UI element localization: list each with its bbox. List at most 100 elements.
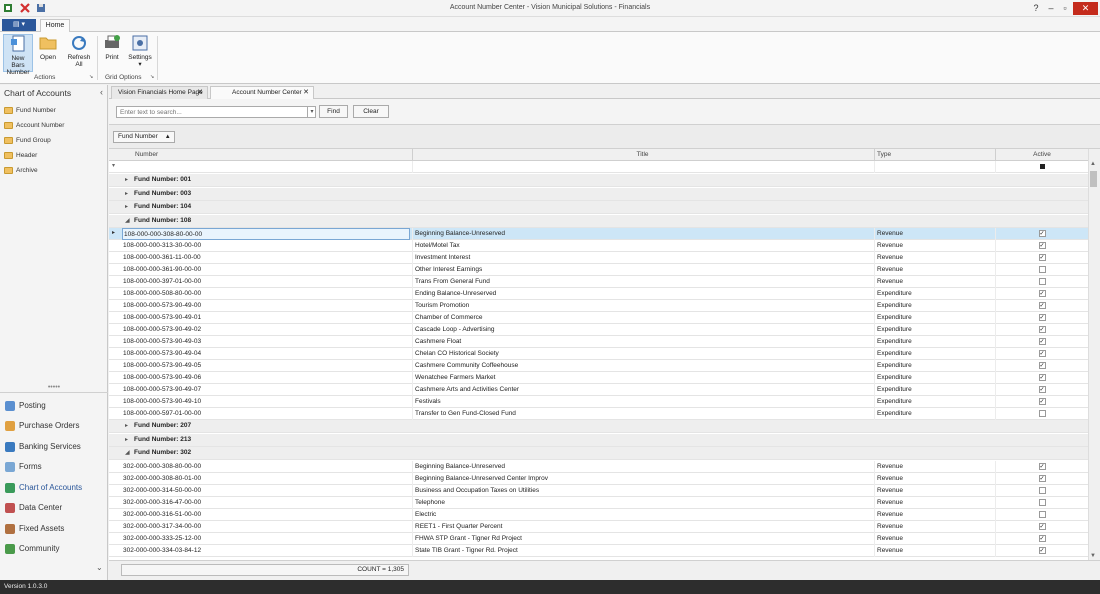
cell-number[interactable]: 108-000-000-573-90-49-02 bbox=[122, 324, 410, 336]
cell-type[interactable]: Expenditure bbox=[874, 324, 994, 336]
cell-title[interactable]: Festivals bbox=[412, 396, 872, 408]
table-row[interactable]: 108-000-000-573-90-49-07 Cashmere Arts an… bbox=[109, 384, 1088, 396]
cell-number[interactable]: 108-000-000-573-90-49-06 bbox=[122, 372, 410, 384]
module-community[interactable]: Community bbox=[0, 539, 108, 559]
active-checkbox-checked[interactable]: ✓ bbox=[1038, 398, 1046, 405]
active-checkbox-unchecked[interactable] bbox=[1038, 266, 1046, 273]
active-checkbox-checked[interactable]: ✓ bbox=[1038, 302, 1046, 309]
expand-group-icon[interactable]: ▸ bbox=[125, 174, 128, 186]
cell-number[interactable]: 108-000-000-573-90-49-07 bbox=[122, 384, 410, 396]
search-input[interactable] bbox=[116, 106, 316, 118]
cell-type[interactable]: Expenditure bbox=[874, 300, 994, 312]
filter-checkbox[interactable] bbox=[1039, 164, 1045, 169]
column-header-type[interactable]: Type bbox=[874, 149, 994, 161]
cell-number[interactable]: 108-000-000-397-01-00-00 bbox=[122, 276, 410, 288]
module-posting[interactable]: Posting bbox=[0, 396, 108, 416]
module-data-center[interactable]: Data Center bbox=[0, 498, 108, 518]
group-row[interactable]: ▸ Fund Number: 001 bbox=[109, 174, 1088, 187]
cell-title[interactable]: Cashmere Community Coffeehouse bbox=[412, 360, 872, 372]
cell-title[interactable]: Wenatchee Farmers Market bbox=[412, 372, 872, 384]
actions-launcher-icon[interactable]: ↘ bbox=[89, 74, 93, 80]
active-checkbox-checked[interactable]: ✓ bbox=[1038, 374, 1046, 381]
table-row[interactable]: 108-000-000-508-80-00-00 Ending Balance-U… bbox=[109, 288, 1088, 300]
cell-number[interactable]: 108-000-000-508-80-00-00 bbox=[122, 288, 410, 300]
cell-number[interactable]: 108-000-000-573-90-49-01 bbox=[122, 312, 410, 324]
table-row[interactable]: ▸ 108-000-000-308-80-00-00 Beginning Balan… bbox=[109, 228, 1088, 240]
cell-title[interactable]: Cascade Loop - Advertising bbox=[412, 324, 872, 336]
tree-item-fund-group[interactable]: Fund Group bbox=[0, 133, 107, 148]
new-bars-number-button[interactable]: New Bars Number bbox=[3, 34, 33, 76]
cell-number[interactable]: 108-000-000-361-11-00-00 bbox=[122, 252, 410, 264]
cell-type[interactable]: Expenditure bbox=[874, 384, 994, 396]
refresh-all-button[interactable]: Refresh All bbox=[64, 34, 94, 72]
group-row[interactable]: ◢ Fund Number: 108 bbox=[109, 214, 1088, 228]
table-row[interactable]: 108-000-000-573-90-49-06 Wenatchee Farmer… bbox=[109, 372, 1088, 384]
cell-title[interactable]: REET1 - First Quarter Percent bbox=[412, 520, 872, 533]
cell-title[interactable]: Investment Interest bbox=[412, 252, 872, 264]
table-row[interactable]: 302-000-000-308-80-00-00 Beginning Balanc… bbox=[109, 460, 1088, 473]
active-checkbox-checked[interactable]: ✓ bbox=[1038, 534, 1046, 542]
cell-number[interactable]: 108-000-000-313-30-00-00 bbox=[122, 240, 410, 252]
filter-icon[interactable]: ▾ bbox=[112, 161, 115, 172]
active-checkbox-checked[interactable]: ✓ bbox=[1038, 362, 1046, 369]
help-button[interactable]: ? bbox=[1030, 2, 1042, 15]
active-checkbox-checked[interactable]: ✓ bbox=[1038, 230, 1046, 237]
cell-type[interactable]: Revenue bbox=[874, 472, 994, 485]
group-by-chip-fund-number[interactable]: Fund Number ▲ bbox=[113, 131, 175, 143]
cell-number[interactable]: 108-000-000-573-90-49-00 bbox=[122, 300, 410, 312]
filter-cell-number[interactable] bbox=[122, 161, 410, 173]
active-checkbox-checked[interactable]: ✓ bbox=[1038, 326, 1046, 333]
filter-cell-type[interactable] bbox=[874, 161, 994, 173]
cell-type[interactable]: Revenue bbox=[874, 520, 994, 533]
table-row[interactable]: 108-000-000-573-90-49-03 Cashmere Float Ex… bbox=[109, 336, 1088, 348]
close-button[interactable]: ✕ bbox=[1073, 2, 1098, 15]
cell-title[interactable]: Beginning Balance-Unreserved Center Impr… bbox=[412, 472, 872, 485]
search-dropdown-icon[interactable]: ▾ bbox=[307, 106, 316, 118]
close-tab-icon[interactable]: ✕ bbox=[197, 87, 203, 99]
cell-number[interactable]: 302-000-000-316-51-00-00 bbox=[122, 509, 410, 521]
table-row[interactable]: 302-000-000-316-51-00-00 Electric Revenue bbox=[109, 508, 1088, 521]
active-checkbox-unchecked[interactable] bbox=[1038, 278, 1046, 285]
cell-type[interactable]: Expenditure bbox=[874, 348, 994, 360]
group-row[interactable]: ▸ Fund Number: 104 bbox=[109, 201, 1088, 214]
filter-cell-active[interactable] bbox=[995, 161, 1088, 173]
cell-type[interactable]: Revenue bbox=[874, 228, 994, 240]
active-checkbox-checked[interactable]: ✓ bbox=[1038, 386, 1046, 393]
cell-type[interactable]: Revenue bbox=[874, 532, 994, 545]
cell-number[interactable]: 302-000-000-308-80-00-00 bbox=[122, 461, 410, 473]
group-row[interactable]: ▸ Fund Number: 207 bbox=[109, 420, 1088, 433]
minimize-button[interactable]: – bbox=[1044, 2, 1058, 15]
table-row[interactable]: 108-000-000-573-90-49-04 Chelan CO Histor… bbox=[109, 348, 1088, 360]
expand-group-icon[interactable]: ▸ bbox=[125, 201, 128, 213]
cell-title[interactable]: Ending Balance-Unreserved bbox=[412, 288, 872, 300]
expand-group-icon[interactable]: ▸ bbox=[125, 434, 128, 446]
cell-number[interactable]: 302-000-000-308-80-01-00 bbox=[122, 473, 410, 485]
cell-title[interactable]: Chamber of Commerce bbox=[412, 312, 872, 324]
cell-type[interactable]: Expenditure bbox=[874, 408, 994, 420]
module-fixed-assets[interactable]: Fixed Assets bbox=[0, 519, 108, 539]
active-checkbox-checked[interactable]: ✓ bbox=[1038, 546, 1046, 554]
cell-type[interactable]: Expenditure bbox=[874, 288, 994, 300]
cell-number[interactable]: 108-000-000-597-01-00-00 bbox=[122, 408, 410, 420]
active-checkbox-checked[interactable]: ✓ bbox=[1038, 350, 1046, 357]
pane-splitter[interactable]: ••••• bbox=[0, 384, 108, 393]
scroll-thumb[interactable] bbox=[1090, 171, 1097, 187]
column-header-active[interactable]: Active bbox=[995, 149, 1088, 161]
close-tab-icon[interactable]: ✕ bbox=[303, 87, 309, 99]
table-row[interactable]: 302-000-000-333-25-12-00 FHWA STP Grant -… bbox=[109, 532, 1088, 545]
cell-type[interactable]: Revenue bbox=[874, 496, 994, 509]
cell-type[interactable]: Revenue bbox=[874, 276, 994, 288]
cell-title[interactable]: Beginning Balance-Unreserved bbox=[412, 228, 872, 240]
module-banking-services[interactable]: Banking Services bbox=[0, 437, 108, 457]
active-checkbox-unchecked[interactable] bbox=[1038, 486, 1046, 494]
table-row[interactable]: 302-000-000-314-50-00-00 Business and Occ… bbox=[109, 484, 1088, 497]
print-button[interactable]: Print bbox=[101, 34, 123, 72]
collapse-pane-icon[interactable]: ‹ bbox=[100, 87, 103, 97]
table-row[interactable]: 108-000-000-361-90-00-00 Other Interest E… bbox=[109, 264, 1088, 276]
cell-type[interactable]: Revenue bbox=[874, 264, 994, 276]
column-header-number[interactable]: Number bbox=[122, 149, 410, 161]
tab-home-page[interactable]: Vision Financials Home Page ✕ bbox=[111, 86, 208, 99]
active-checkbox-checked[interactable]: ✓ bbox=[1038, 314, 1046, 321]
cell-number[interactable]: 108-000-000-573-90-49-10 bbox=[122, 396, 410, 408]
cell-type[interactable]: Expenditure bbox=[874, 336, 994, 348]
